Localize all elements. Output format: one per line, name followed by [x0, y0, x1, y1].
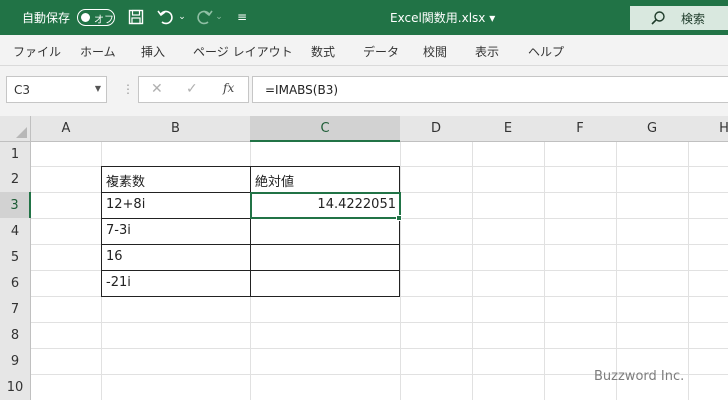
- formula-buttons: ✕ ✓ fx: [138, 76, 249, 103]
- table-border: [250, 166, 251, 297]
- autosave-label: 自動保存: [22, 11, 71, 25]
- row-header-2[interactable]: 2: [0, 166, 31, 193]
- insert-function-icon[interactable]: fx: [223, 81, 234, 95]
- name-box-value: C3: [14, 83, 31, 97]
- redo-icon[interactable]: [194, 7, 214, 27]
- row-header-9[interactable]: 9: [0, 348, 31, 375]
- column-header-d[interactable]: D: [400, 116, 473, 142]
- active-cell-selection: [250, 192, 401, 219]
- column-header-g[interactable]: G: [616, 116, 689, 142]
- column-header-b[interactable]: B: [101, 116, 251, 142]
- tab-data[interactable]: データ: [363, 43, 399, 60]
- formula-text: =IMABS(B3): [265, 83, 339, 97]
- gridline: [31, 348, 728, 349]
- gridline: [31, 322, 728, 323]
- tab-home[interactable]: ホーム: [80, 43, 116, 60]
- tab-formulas[interactable]: 数式: [311, 43, 335, 60]
- gridline: [544, 142, 545, 400]
- grip-icon[interactable]: ⋮: [122, 82, 134, 96]
- tab-review[interactable]: 校閲: [423, 43, 447, 60]
- ribbon-tabs: ファイル ホーム 挿入 ページ レイアウト 数式 データ 校閲 表示 ヘルプ: [0, 35, 728, 66]
- search-icon: [650, 10, 666, 26]
- formula-bar: C3 ▼ ⋮ ✕ ✓ fx =IMABS(B3): [0, 66, 728, 116]
- redo-dropdown-icon[interactable]: ⌄: [214, 7, 224, 27]
- row-header-1[interactable]: 1: [0, 142, 31, 167]
- cell-c2[interactable]: 絶対値: [255, 171, 294, 190]
- tab-help[interactable]: ヘルプ: [528, 43, 564, 60]
- table-border: [399, 166, 400, 297]
- select-all-button[interactable]: [0, 116, 31, 142]
- customize-toolbar-icon[interactable]: ≡: [235, 7, 249, 27]
- cancel-icon[interactable]: ✕: [151, 81, 163, 97]
- formula-input[interactable]: =IMABS(B3): [252, 76, 728, 103]
- undo-icon[interactable]: [156, 7, 176, 27]
- watermark: Buzzword Inc.: [594, 369, 685, 384]
- gridline: [472, 142, 473, 400]
- spreadsheet-grid[interactable]: A B C D E F G H 1 2 3 4 5 6 7 8 9 10 複素数…: [0, 116, 728, 400]
- gridline: [616, 142, 617, 400]
- column-header-e[interactable]: E: [472, 116, 545, 142]
- title-bar: 自動保存 オフ ⌄ ⌄ ≡ Excel関数用.xlsx ▾ 検索: [0, 0, 728, 35]
- column-header-a[interactable]: A: [31, 116, 102, 142]
- tab-view[interactable]: 表示: [475, 43, 499, 60]
- column-header-h[interactable]: H: [688, 116, 728, 142]
- row-header-8[interactable]: 8: [0, 322, 31, 349]
- search-label: 検索: [681, 12, 706, 26]
- row-header-4[interactable]: 4: [0, 218, 31, 245]
- tab-insert[interactable]: 挿入: [141, 43, 165, 60]
- undo-dropdown-icon[interactable]: ⌄: [177, 7, 187, 27]
- autosave-toggle[interactable]: オフ: [77, 9, 115, 26]
- file-title[interactable]: Excel関数用.xlsx ▾: [390, 9, 495, 26]
- tab-file[interactable]: ファイル: [13, 43, 61, 60]
- column-header-f[interactable]: F: [544, 116, 617, 142]
- gridline: [688, 142, 689, 400]
- cell-b5[interactable]: 16: [106, 249, 123, 264]
- select-all-icon: [16, 127, 27, 138]
- cell-b2[interactable]: 複素数: [106, 171, 145, 190]
- row-header-10[interactable]: 10: [0, 374, 31, 400]
- toggle-knob: [81, 12, 90, 22]
- row-header-6[interactable]: 6: [0, 270, 31, 297]
- table-border: [101, 166, 102, 297]
- name-box[interactable]: C3 ▼: [6, 76, 107, 103]
- autosave-state: オフ: [94, 15, 114, 26]
- fill-handle[interactable]: [396, 215, 402, 221]
- chevron-down-icon[interactable]: ▼: [95, 84, 101, 93]
- row-header-3[interactable]: 3: [0, 192, 31, 219]
- row-header-5[interactable]: 5: [0, 244, 31, 271]
- column-header-c[interactable]: C: [250, 116, 401, 142]
- cell-b3[interactable]: 12+8i: [106, 197, 145, 212]
- gridline: [400, 142, 401, 400]
- cell-b6[interactable]: -21i: [106, 275, 131, 290]
- search-box[interactable]: 検索: [630, 6, 728, 30]
- save-icon[interactable]: [127, 7, 145, 27]
- check-icon[interactable]: ✓: [186, 81, 198, 97]
- cell-b4[interactable]: 7-3i: [106, 223, 131, 238]
- tab-page-layout[interactable]: ページ レイアウト: [193, 43, 293, 60]
- row-header-7[interactable]: 7: [0, 296, 31, 323]
